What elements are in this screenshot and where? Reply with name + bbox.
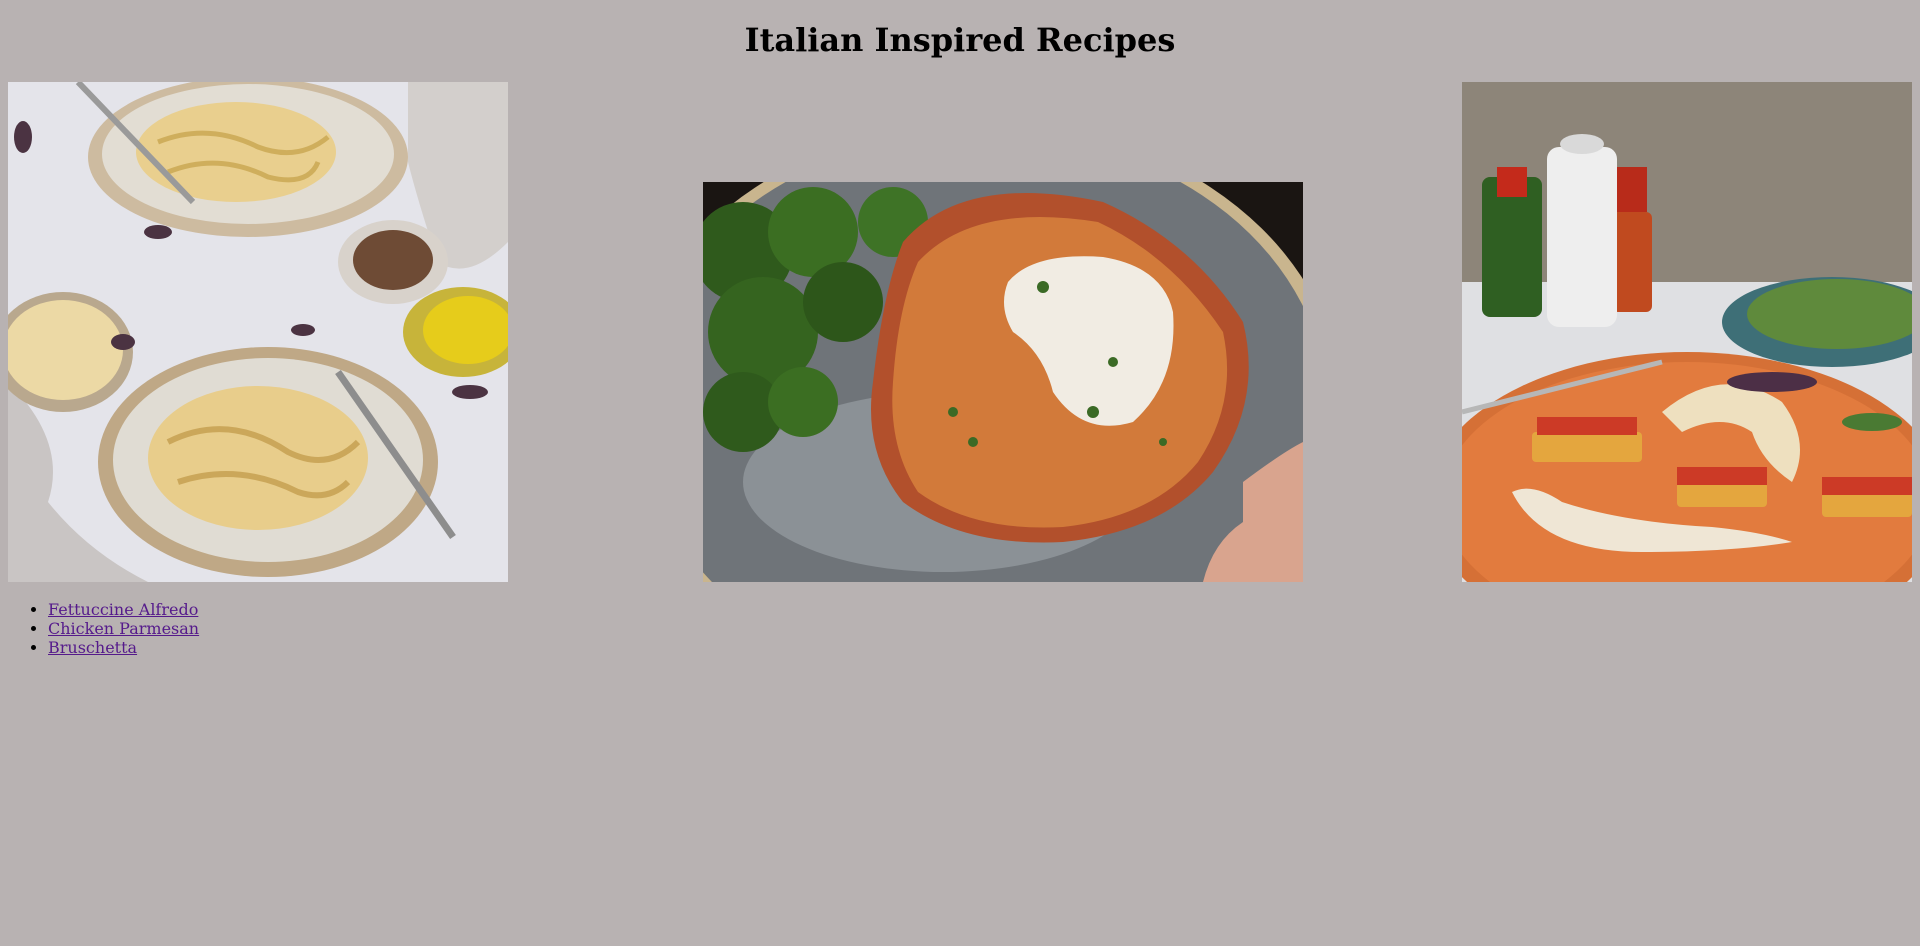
recipe-link-chicken-parmesan[interactable]: Chicken Parmesan [48, 619, 199, 638]
bruschetta-photo [1462, 82, 1912, 582]
list-item: Fettuccine Alfredo [48, 600, 199, 619]
list-item: Bruschetta [48, 638, 199, 657]
recipe-list: Fettuccine Alfredo Chicken Parmesan Brus… [8, 600, 199, 657]
recipe-link-bruschetta[interactable]: Bruschetta [48, 638, 137, 657]
chicken-parmesan-photo [703, 182, 1303, 582]
fettuccine-alfredo-photo [8, 82, 508, 582]
list-item: Chicken Parmesan [48, 619, 199, 638]
page-title: Italian Inspired Recipes [744, 21, 1176, 59]
recipe-link-fettuccine-alfredo[interactable]: Fettuccine Alfredo [48, 600, 198, 619]
